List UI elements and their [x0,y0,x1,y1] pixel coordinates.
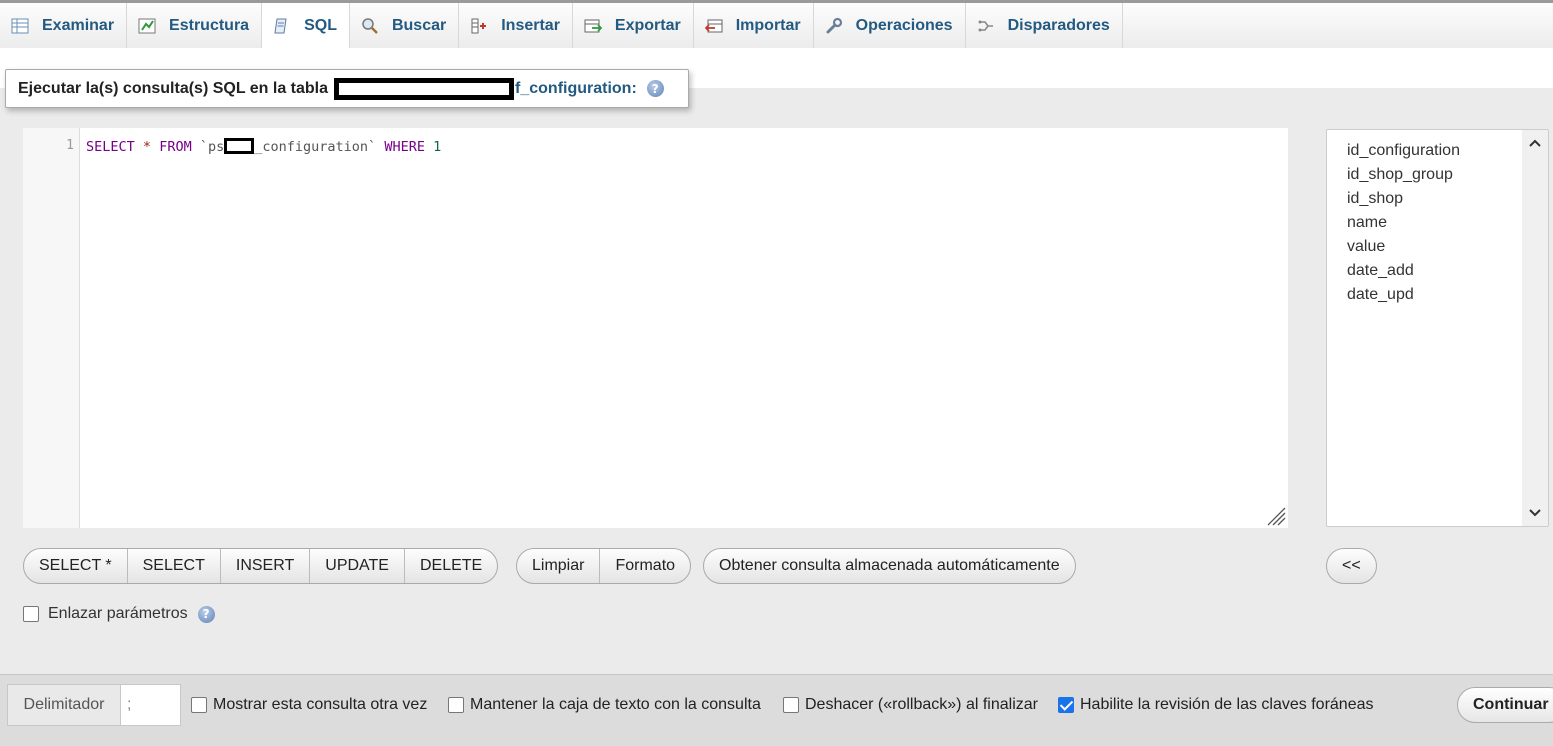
wrench-icon [824,16,844,36]
editor-tool-buttons: Limpiar Formato [516,548,692,584]
tab-list: Examinar Estructura SQL Buscar Insertar [0,3,1123,48]
column-item[interactable]: id_shop_group [1347,163,1548,187]
tab-label: Disparadores [1007,16,1110,34]
tab-sql[interactable]: SQL [262,3,350,48]
option-label: Deshacer («rollback») al finalizar [805,696,1038,713]
query-options-footer: Delimitador ; Mostrar esta consulta otra… [0,674,1553,746]
continue-button[interactable]: Continuar [1457,687,1553,723]
resize-handle-icon[interactable] [1264,504,1286,526]
sql-icon [272,16,292,36]
search-icon [360,16,380,36]
option-foreign-key-checks[interactable]: Habilite la revisión de las claves forán… [1058,696,1373,714]
sql-query-text[interactable]: SELECT * FROM `ps _configuration` WHERE 1 [86,138,441,155]
chevron-down-icon[interactable] [1522,502,1548,524]
import-icon [704,16,724,36]
option-label: Habilite la revisión de las claves forán… [1080,696,1374,713]
columns: id_configuration id_shop_group id_shop name… [1327,130,1548,307]
tab-insertar[interactable]: Insertar [459,3,573,48]
select-star-button[interactable]: SELECT * [24,549,128,583]
tab-exportar[interactable]: Exportar [573,3,694,48]
line-number-gutter: 1 [23,128,80,528]
option-label: Mantener la caja de texto con la consult… [470,696,761,713]
insert-icon [469,16,489,36]
tab-estructura[interactable]: Estructura [127,3,263,48]
retain-query-checkbox[interactable] [448,697,464,713]
column-item[interactable]: name [1347,211,1548,235]
tab-label: Examinar [42,16,115,34]
load-autosaved-query-button[interactable]: Obtener consulta almacenada automáticame… [704,549,1075,583]
option-show-query-again[interactable]: Mostrar esta consulta otra vez [191,696,427,714]
option-retain-query-box[interactable]: Mantener la caja de texto con la consult… [448,696,761,714]
table-identifier-end: _configuration` [254,139,377,155]
clear-button[interactable]: Limpiar [517,549,601,583]
tab-disparadores[interactable]: Disparadores [966,3,1123,48]
bind-parameters-row: Enlazar parámetros ? [23,605,215,623]
tab-label: Importar [735,16,801,34]
columns-scrollbar[interactable] [1522,130,1548,526]
redacted-table-prefix [224,138,255,154]
bind-parameters-label: Enlazar parámetros [48,605,188,622]
keyword-select: SELECT [86,139,135,155]
column-item[interactable]: value [1347,235,1548,259]
tab-label: Exportar [614,16,681,34]
tab-label: Buscar [391,16,447,34]
number-literal: 1 [433,139,442,155]
insert-column-button[interactable]: << [1327,549,1376,583]
autosave-group: Obtener consulta almacenada automáticame… [703,548,1076,584]
show-query-checkbox[interactable] [191,697,207,713]
tab-examinar[interactable]: Examinar [0,3,128,48]
option-rollback[interactable]: Deshacer («rollback») al finalizar [783,696,1038,714]
top-tab-bar: Examinar Estructura SQL Buscar Insertar [0,0,1553,48]
help-icon[interactable]: ? [197,605,215,623]
delete-button[interactable]: DELETE [405,549,497,583]
legend-table-suffix: f_configuration: [515,79,637,97]
delimiter-label: Delimitador [7,684,121,726]
query-template-buttons: SELECT * SELECT INSERT UPDATE DELETE [23,548,499,584]
star-operator: * [142,139,152,155]
export-icon [583,16,603,36]
delimiter-input[interactable]: ; [120,684,181,726]
column-item[interactable]: id_configuration [1347,139,1548,163]
structure-icon [137,16,157,36]
rollback-checkbox[interactable] [783,697,799,713]
column-item[interactable]: date_add [1347,259,1548,283]
tab-label: Insertar [501,16,560,34]
triggers-icon [976,16,996,36]
format-button[interactable]: Formato [600,549,690,583]
table-columns-list[interactable]: id_configuration id_shop_group id_shop name… [1326,129,1549,527]
redacted-table-name [334,77,515,100]
line-number: 1 [66,138,74,153]
tab-operaciones[interactable]: Operaciones [814,3,966,48]
update-button[interactable]: UPDATE [310,549,405,583]
table-identifier-start: `ps [199,139,225,155]
column-item[interactable]: date_upd [1347,283,1548,307]
keyword-where: WHERE [384,139,425,155]
foreign-key-checks-checkbox[interactable] [1058,697,1074,713]
keyword-from: FROM [159,139,192,155]
bind-parameters-checkbox[interactable] [23,606,39,622]
table-browse-icon [10,16,30,36]
tab-label: Estructura [169,16,250,34]
tab-importar[interactable]: Importar [694,3,814,48]
insert-button[interactable]: INSERT [221,549,311,583]
tab-label: SQL [304,16,337,34]
tab-buscar[interactable]: Buscar [350,3,460,48]
sql-query-legend: Ejecutar la(s) consulta(s) SQL en la tab… [5,69,689,108]
column-item[interactable]: id_shop [1347,187,1548,211]
legend-text: Ejecutar la(s) consulta(s) SQL en la tab… [18,79,329,97]
sql-editor[interactable]: 1 SELECT * FROM `ps _configuration` WHERE… [23,128,1288,528]
chevron-up-icon[interactable] [1522,132,1548,154]
option-label: Mostrar esta consulta otra vez [213,696,428,713]
tab-label: Operaciones [855,16,953,34]
help-icon[interactable]: ? [646,80,664,97]
insert-column-group: << [1326,548,1377,584]
select-button[interactable]: SELECT [128,549,221,583]
